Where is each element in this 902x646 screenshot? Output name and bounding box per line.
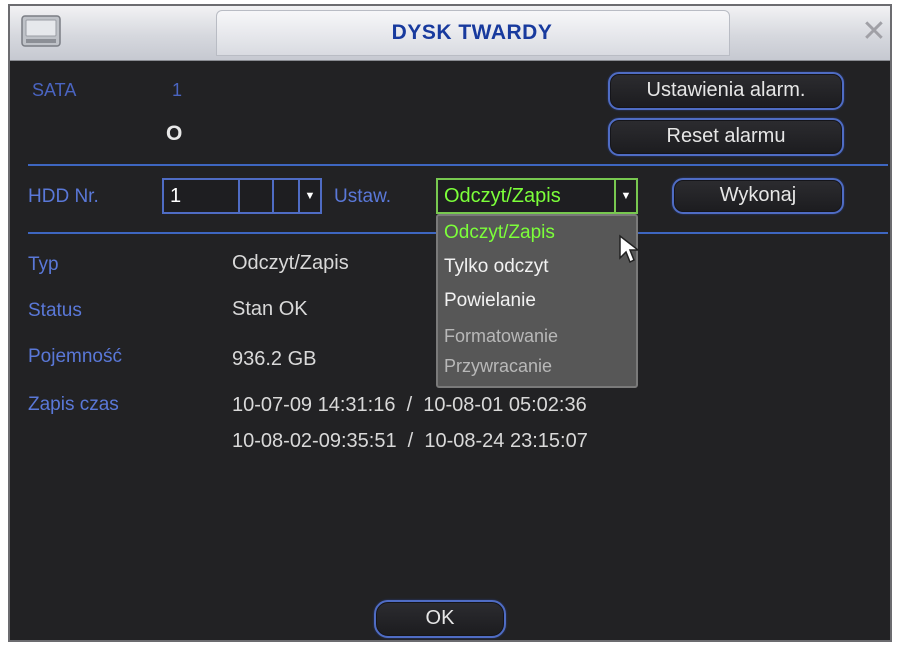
sata-label: SATA <box>32 80 77 100</box>
hdd-number-select[interactable]: 1 ▼ <box>162 178 322 214</box>
hdd-number-divider-2 <box>272 180 274 212</box>
close-icon[interactable]: ✕ <box>860 17 888 47</box>
hdd-number-value: 1 <box>170 185 182 207</box>
set-mode-select[interactable]: Odczyt/Zapis ▼ <box>436 178 638 214</box>
dropdown-option[interactable]: Powielanie <box>444 290 536 312</box>
status-label: Status <box>28 300 82 321</box>
record-time-label: Zapis czas <box>28 394 119 415</box>
ok-button[interactable]: OK <box>374 600 506 638</box>
dropdown-option[interactable]: Tylko odczyt <box>444 256 549 278</box>
set-mode-dropdown-list: Odczyt/Zapis Tylko odczyt Powielanie For… <box>436 214 640 388</box>
sata-number: 1 <box>172 80 183 100</box>
chevron-down-icon[interactable]: ▼ <box>614 180 636 212</box>
reset-alarm-button[interactable]: Reset alarmu <box>608 118 844 156</box>
mouse-cursor-icon <box>619 234 640 264</box>
sata-status: O <box>166 122 183 145</box>
type-label: Typ <box>28 254 59 275</box>
capacity-value: 936.2 GB <box>232 348 317 370</box>
title-bar: DYSK TWARDY ✕ <box>10 6 890 61</box>
separator-mid <box>28 232 436 234</box>
hdd-window: DYSK TWARDY ✕ SATA 1 O Ustawienia alarm.… <box>8 4 892 642</box>
hdd-icon <box>21 15 61 47</box>
dropdown-option[interactable]: Odczyt/Zapis <box>444 222 555 244</box>
type-value: Odczyt/Zapis <box>232 252 349 274</box>
record-time-line-2: 10-08-02-09:35:51 / 10-08-24 23:15:07 <box>232 430 588 452</box>
capacity-label: Pojemność <box>28 346 122 367</box>
window-title: DYSK TWARDY <box>391 21 553 44</box>
execute-button[interactable]: Wykonaj <box>672 178 844 214</box>
chevron-down-icon[interactable]: ▼ <box>298 180 320 212</box>
separator-mid-right <box>638 232 888 234</box>
hdd-number-label: HDD Nr. <box>28 186 99 207</box>
set-mode-value: Odczyt/Zapis <box>444 185 561 207</box>
status-value: Stan OK <box>232 298 308 320</box>
separator-top <box>28 164 888 166</box>
hdd-number-divider <box>238 180 240 212</box>
alarm-settings-button[interactable]: Ustawienia alarm. <box>608 72 844 110</box>
record-time-line-1: 10-07-09 14:31:16 / 10-08-01 05:02:36 <box>232 394 587 416</box>
dropdown-option: Przywracanie <box>444 356 553 376</box>
set-label: Ustaw. <box>334 186 392 207</box>
dropdown-option: Formatowanie <box>444 326 559 346</box>
